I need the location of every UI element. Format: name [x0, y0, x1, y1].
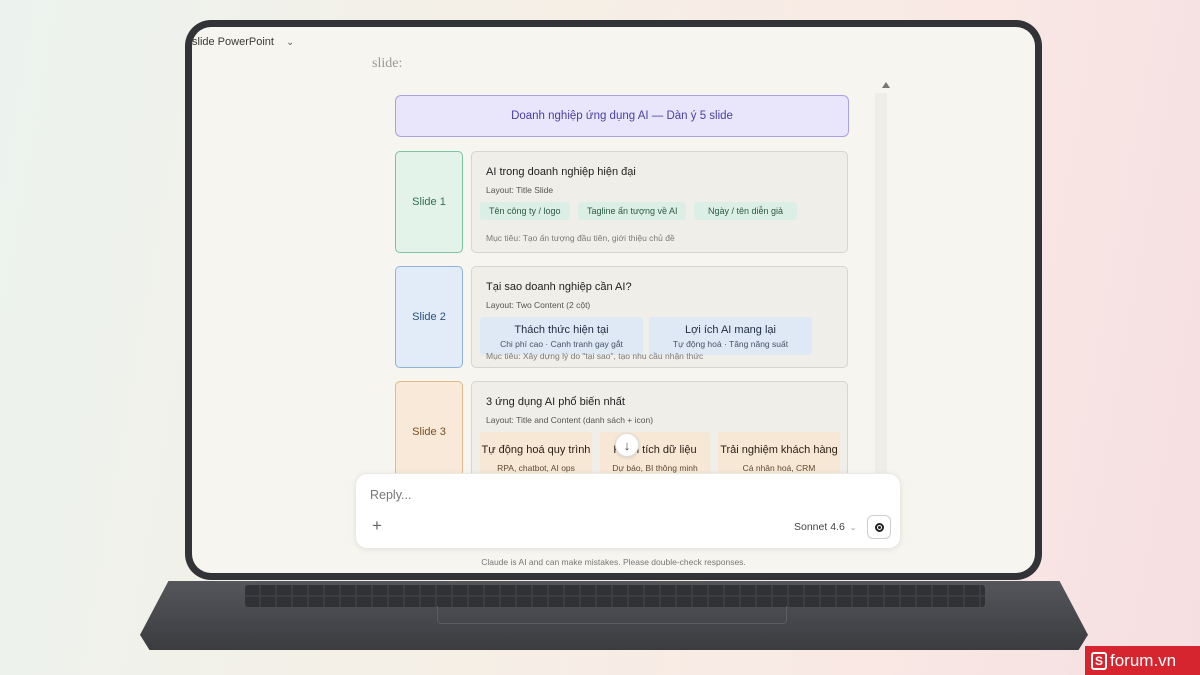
application-detail: Dự báo, BI thông minh: [612, 463, 698, 473]
watermark-text: forum.vn: [1110, 650, 1177, 670]
column-heading: Thách thức hiện tại: [514, 323, 609, 336]
slide-layout: Layout: Title and Content (danh sách + i…: [486, 415, 654, 425]
laptop-keyboard: [245, 585, 985, 607]
plus-icon[interactable]: +: [372, 516, 382, 536]
column-detail: Tự động hoá · Tăng năng suất: [672, 338, 789, 349]
slide-goal: Mục tiêu: Tạo ấn tượng đầu tiên, giới th…: [486, 233, 675, 243]
slide-row-1: Slide 1 AI trong doanh nghiệp hiện đại L…: [395, 151, 849, 254]
chevron-down-icon: ⌄: [849, 522, 857, 532]
arrow-down-icon: ↓: [623, 437, 631, 453]
slide-card: Tại sao doanh nghiệp cần AI? Layout: Two…: [471, 266, 848, 368]
slide-title: 3 ứng dụng AI phổ biến nhất: [486, 396, 625, 408]
slide-tag: Slide 3: [395, 381, 463, 483]
application-detail: Cá nhân hoá, CRM: [742, 463, 816, 473]
disclaimer-text: Claude is AI and can make mistakes. Plea…: [481, 557, 746, 567]
scroll-to-bottom-button[interactable]: ↓: [615, 433, 639, 457]
laptop-trackpad: [437, 606, 787, 624]
slide-row-3: Slide 3 3 ứng dụng AI phổ biến nhất Layo…: [395, 381, 849, 484]
slide-goal: Mục tiêu: Xây dựng lý do "tại sao", tạo …: [486, 351, 704, 361]
scrollbar[interactable]: [875, 93, 887, 513]
diagram-banner: Doanh nghiệp ứng dụng AI — Dàn ý 5 slide: [395, 95, 849, 137]
application-detail: RPA, chatbot, AI ops: [497, 463, 575, 473]
slide-layout: Layout: Two Content (2 cột): [486, 300, 591, 310]
previous-message-text: slide:: [372, 56, 403, 71]
chat-title-bar[interactable]: slide PowerPoint ⌄: [192, 36, 294, 48]
scroll-up-arrow-icon[interactable]: [882, 82, 890, 88]
reply-composer: + Sonnet 4.6 ⌄: [355, 473, 901, 549]
logo-icon: S: [1091, 651, 1107, 670]
site-watermark: S forum.vn: [1085, 646, 1200, 675]
slide-layout: Layout: Title Slide: [486, 185, 554, 195]
content-column: Thách thức hiện tại Chi phí cao · Cạnh t…: [480, 317, 643, 355]
slide-title: AI trong doanh nghiệp hiện đại: [486, 166, 636, 178]
application-heading: Tự động hoá quy trình: [481, 444, 591, 456]
slide-card: 3 ứng dụng AI phổ biến nhất Layout: Titl…: [471, 381, 848, 483]
slide-card: AI trong doanh nghiệp hiện đại Layout: T…: [471, 151, 848, 253]
column-detail: Chi phí cao · Cạnh tranh gay gắt: [500, 338, 623, 349]
slide-tag: Slide 2: [395, 266, 463, 368]
column-heading: Lợi ích AI mang lại: [685, 323, 776, 336]
model-name: Sonnet 4.6: [794, 521, 845, 533]
slide-title: Tại sao doanh nghiệp cần AI?: [486, 281, 632, 293]
chat-title[interactable]: slide PowerPoint: [192, 36, 274, 48]
model-selector[interactable]: Sonnet 4.6 ⌄: [794, 521, 857, 533]
reply-input[interactable]: [370, 488, 770, 502]
voice-mode-icon: [874, 522, 884, 532]
chevron-down-icon[interactable]: ⌄: [286, 37, 294, 48]
app-screen: slide PowerPoint ⌄ slide: Doanh nghiệp ứ…: [192, 27, 1035, 573]
content-chip: Tên công ty / logo: [480, 202, 570, 220]
content-chip: Tagline ấn tượng về AI: [578, 202, 687, 220]
content-column: Lợi ích AI mang lại Tự động hoá · Tăng n…: [649, 317, 812, 355]
application-heading: Trải nghiệm khách hàng: [720, 444, 838, 456]
voice-mode-button[interactable]: [867, 515, 891, 539]
slide-tag: Slide 1: [395, 151, 463, 253]
slide-row-2: Slide 2 Tại sao doanh nghiệp cần AI? Lay…: [395, 266, 849, 369]
content-chip: Ngày / tên diễn giả: [694, 202, 798, 220]
